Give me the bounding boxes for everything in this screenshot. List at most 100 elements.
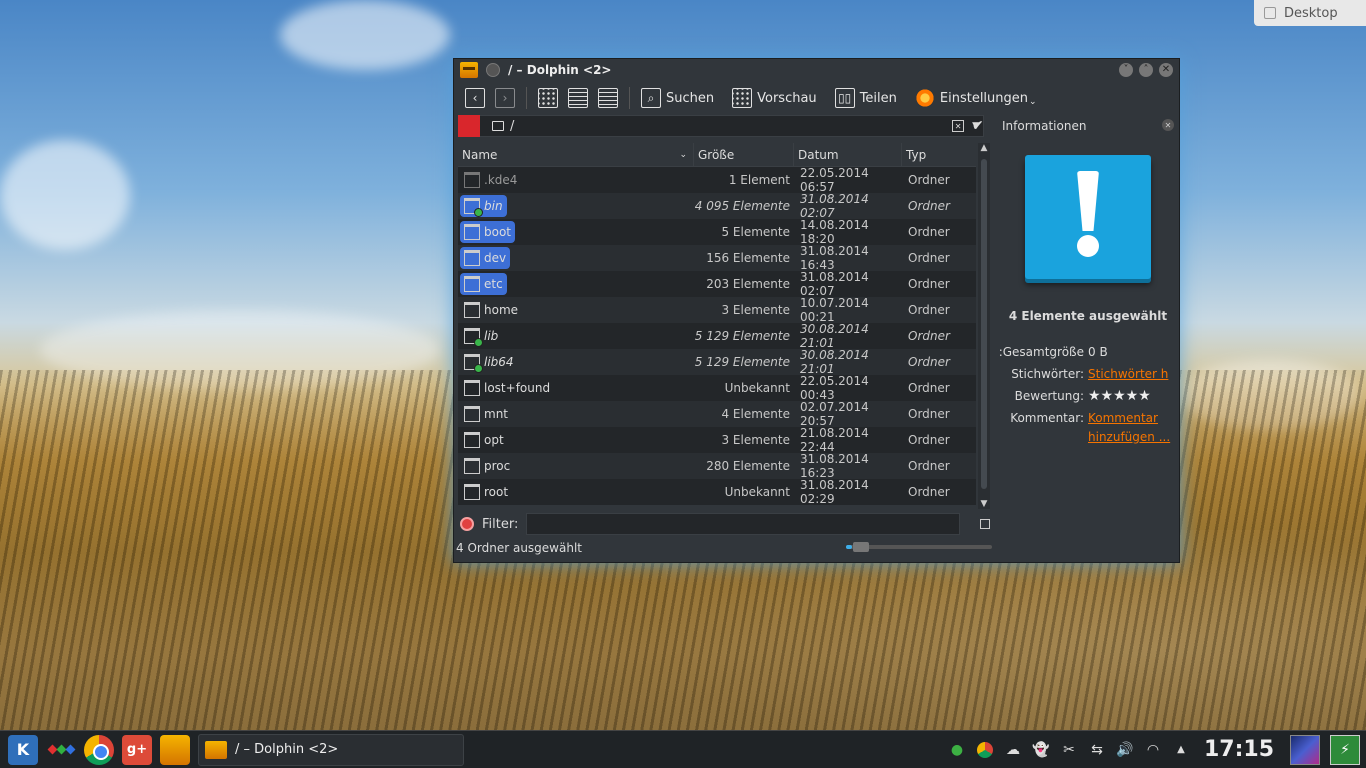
table-row[interactable]: dev 156 Elemente 31.08.2014 16:43 Ordner xyxy=(458,244,976,272)
chrome-launcher-icon[interactable] xyxy=(84,734,114,765)
add-comment-link[interactable]: Kommentar xyxy=(1088,411,1176,425)
file-type: Ordner xyxy=(908,329,950,343)
add-comment-link-2[interactable]: hinzufügen ... xyxy=(1088,430,1176,444)
file-name-cell[interactable]: boot xyxy=(458,221,694,243)
minimize-button[interactable]: ˅ xyxy=(1119,63,1133,77)
file-type: Ordner xyxy=(908,225,950,239)
ghost-icon[interactable]: 👻 xyxy=(1032,741,1050,759)
column-size-label: Größe xyxy=(698,147,735,162)
file-name-cell[interactable]: opt xyxy=(458,432,694,448)
location-bar[interactable]: / ✕ ▼ xyxy=(458,115,984,137)
file-name: bin xyxy=(484,199,503,213)
file-name-cell[interactable]: dev xyxy=(458,247,694,269)
info-close-icon[interactable]: ✕ xyxy=(1162,119,1174,131)
table-row[interactable]: bin 4 095 Elemente 31.08.2014 02:07 Ordner xyxy=(458,192,976,220)
cloud-sync-icon[interactable]: ☁ xyxy=(1004,741,1022,759)
notification-green-icon[interactable]: ● xyxy=(948,741,966,759)
meta-rating: Bewertung: ★★★★★ xyxy=(1000,385,1176,407)
file-name-cell[interactable]: lib64 xyxy=(458,354,694,373)
table-row[interactable]: root Unbekannt 31.08.2014 02:29 Ordner xyxy=(458,478,976,506)
desktop-pager[interactable] xyxy=(1290,734,1320,765)
table-row[interactable]: mnt 4 Elemente 02.07.2014 20:57 Ordner xyxy=(458,400,976,428)
table-row[interactable]: home 3 Elemente 10.07.2014 00:21 Ordner xyxy=(458,296,976,324)
details-view-button[interactable] xyxy=(595,86,621,110)
title-bar[interactable]: / – Dolphin <2> ˅ ˄ ✕ xyxy=(454,59,1179,81)
file-name-cell[interactable]: etc xyxy=(458,273,694,295)
column-date[interactable]: Datum xyxy=(794,143,902,166)
scroll-down-icon[interactable]: ▼ xyxy=(978,499,990,509)
back-button[interactable]: ‹ xyxy=(462,86,488,110)
search-button[interactable]: ⌕ Suchen xyxy=(638,86,717,110)
filter-label: Filter: xyxy=(482,516,519,532)
selection-highlight: boot xyxy=(460,221,516,243)
wifi-icon[interactable]: ◠ xyxy=(1144,741,1162,759)
table-row[interactable]: .kde4 1 Element 22.05.2014 06:57 Ordner xyxy=(458,166,976,194)
file-date: 31.08.2014 02:07 xyxy=(800,270,869,298)
maximize-button[interactable]: ˄ xyxy=(1139,63,1153,77)
compact-view-button[interactable] xyxy=(565,86,591,110)
file-size: 156 Elemente xyxy=(706,251,790,265)
task-dolphin[interactable]: / – Dolphin <2> xyxy=(198,733,464,766)
icons-view-button[interactable] xyxy=(535,86,561,110)
zoom-slider[interactable] xyxy=(846,542,992,552)
table-row[interactable]: opt 3 Elemente 21.08.2014 22:44 Ordner xyxy=(458,426,976,454)
file-name-cell[interactable]: bin xyxy=(458,195,694,217)
file-name-cell[interactable]: home xyxy=(458,302,694,318)
volume-icon[interactable]: 🔊 xyxy=(1116,741,1134,759)
activities-icon[interactable] xyxy=(46,735,76,765)
pin-button[interactable] xyxy=(486,63,500,77)
folder-icon xyxy=(464,432,480,448)
column-type[interactable]: Typ xyxy=(902,143,976,166)
filter-input[interactable] xyxy=(526,513,961,535)
forward-button[interactable]: › xyxy=(492,86,518,110)
drive-icon xyxy=(492,121,504,131)
battery-icon[interactable]: ⚡ xyxy=(1330,734,1360,765)
table-row[interactable]: lib 5 129 Elemente 30.08.2014 21:01 Ordner xyxy=(458,322,976,350)
task-title: / – Dolphin <2> xyxy=(235,742,339,757)
zoom-slider-handle[interactable] xyxy=(853,542,870,552)
clock[interactable]: 17:15 xyxy=(1204,737,1274,762)
dolphin-launcher-icon[interactable] xyxy=(160,734,190,765)
tray-expand-icon[interactable]: ▲ xyxy=(1172,741,1190,759)
share-button[interactable]: ▯▯ Teilen xyxy=(832,86,900,110)
google-plus-launcher-icon[interactable]: g+ xyxy=(122,734,152,765)
file-type: Ordner xyxy=(908,381,950,395)
location-clear-icon[interactable]: ✕ xyxy=(952,120,965,132)
column-name[interactable]: Name ⌄ xyxy=(458,143,694,166)
folder-icon xyxy=(464,354,483,373)
scrollbar-thumb[interactable] xyxy=(981,159,987,489)
desktop-toolbox[interactable]: Desktop xyxy=(1254,0,1366,26)
network-icon[interactable]: ⇆ xyxy=(1088,741,1106,759)
vertical-scrollbar[interactable]: ▲ ▼ xyxy=(978,143,990,509)
lock-icon[interactable] xyxy=(980,519,991,529)
file-type: Ordner xyxy=(908,459,950,473)
table-row[interactable]: lost+found Unbekannt 22.05.2014 00:43 Ordne… xyxy=(458,374,976,402)
table-row[interactable]: etc 203 Elemente 31.08.2014 02:07 Ordner xyxy=(458,270,976,298)
column-size[interactable]: Größe xyxy=(694,143,794,166)
table-row[interactable]: boot 5 Elemente 14.08.2014 18:20 Ordner xyxy=(458,218,976,246)
file-name-cell[interactable]: root xyxy=(458,484,694,500)
settings-button[interactable]: Einstellungen ⌄ xyxy=(912,86,1040,110)
kde-menu-icon[interactable]: K xyxy=(8,734,38,765)
file-name-cell[interactable]: .kde4 xyxy=(458,172,694,188)
location-path[interactable]: / xyxy=(510,119,946,134)
file-name-cell[interactable]: mnt xyxy=(458,406,694,422)
file-name-cell[interactable]: lib xyxy=(458,328,694,347)
file-name-cell[interactable]: lost+found xyxy=(458,380,694,396)
file-name-cell[interactable]: proc xyxy=(458,458,694,474)
rating-stars[interactable]: ★★★★★ xyxy=(1088,388,1176,404)
forward-arrow-icon: › xyxy=(495,88,515,108)
scroll-up-icon[interactable]: ▲ xyxy=(978,143,990,153)
add-tags-link[interactable]: Stichwörter h xyxy=(1088,367,1176,381)
dolphin-app-icon[interactable] xyxy=(460,62,478,78)
checkmark-icon[interactable]: ✔ xyxy=(972,118,984,134)
chrome-tray-icon[interactable] xyxy=(976,741,994,759)
preview-button[interactable]: Vorschau xyxy=(729,86,820,110)
places-red-icon[interactable] xyxy=(458,115,480,137)
table-row[interactable]: proc 280 Elemente 31.08.2014 16:23 Ordner xyxy=(458,452,976,480)
scissors-icon[interactable]: ✂ xyxy=(1060,741,1078,759)
table-row[interactable]: lib64 5 129 Elemente 30.08.2014 21:01 Ordne… xyxy=(458,348,976,376)
close-button[interactable]: ✕ xyxy=(1159,63,1173,77)
close-filter-icon[interactable] xyxy=(460,517,474,531)
selection-highlight: bin xyxy=(460,195,507,217)
